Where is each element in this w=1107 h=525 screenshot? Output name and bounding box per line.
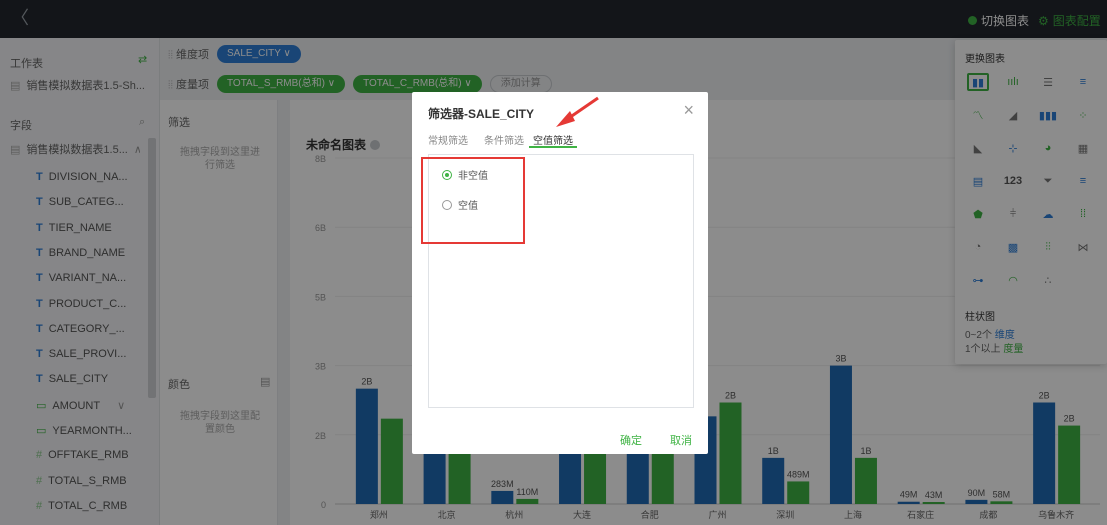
tab-null-filter[interactable]: 空值筛选 <box>533 132 573 147</box>
tab-condition-filter[interactable]: 条件筛选 <box>484 132 524 147</box>
close-icon[interactable]: × <box>683 100 694 121</box>
filter-dialog: 筛选器-SALE_CITY × 常规筛选 条件筛选 空值筛选 非空值 空值 确定… <box>412 92 708 454</box>
dialog-title: 筛选器-SALE_CITY <box>428 107 535 121</box>
tab-normal-filter[interactable]: 常规筛选 <box>428 132 468 147</box>
cancel-button[interactable]: 取消 <box>670 432 692 448</box>
active-tab-indicator <box>529 146 577 148</box>
confirm-button[interactable]: 确定 <box>620 432 642 448</box>
highlight-annotation-box <box>421 157 525 244</box>
